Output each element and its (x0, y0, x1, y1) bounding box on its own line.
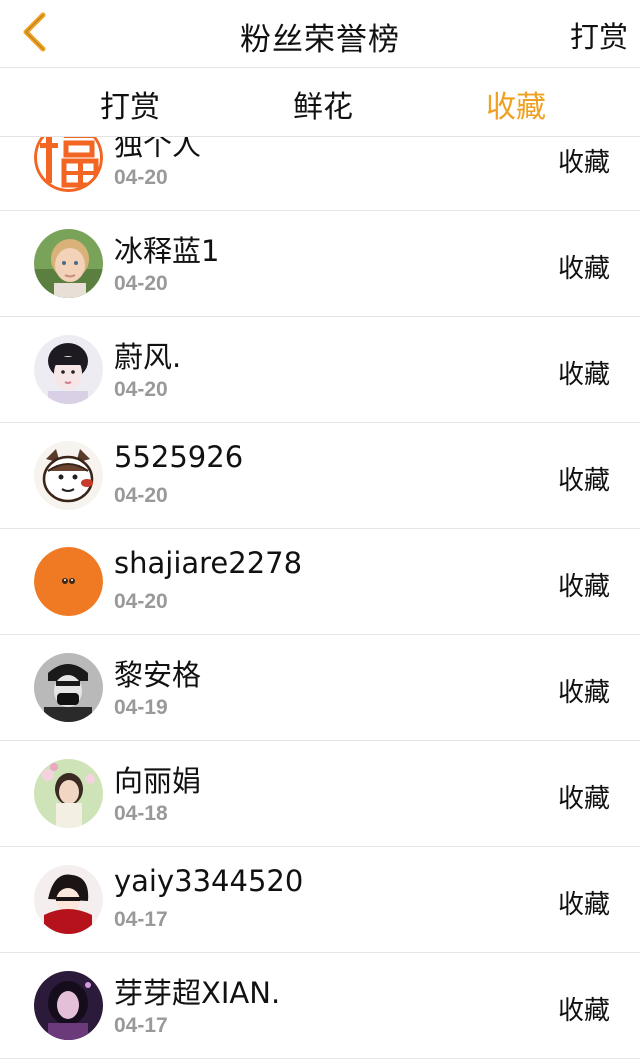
avatar (34, 441, 103, 510)
fan-date: 04-20 (114, 272, 168, 295)
avatar (34, 335, 103, 404)
fan-date: 04-20 (114, 590, 168, 613)
avatar (34, 653, 103, 722)
favorite-label: 收藏 (557, 678, 610, 708)
fan-name: 黎安格 (114, 658, 202, 692)
avatar (34, 229, 103, 298)
fan-honor-page: 粉丝荣誉榜 打赏 打赏 鲜花 收藏 独个人 04-20 收藏 冰释蓝1 04-2… (0, 0, 640, 1061)
list-item[interactable]: yaiy3344520 04-17 收藏 (0, 847, 640, 953)
fan-date: 04-17 (114, 908, 168, 931)
favorite-label: 收藏 (557, 148, 610, 178)
list-item[interactable]: shajiare2278 04-20 收藏 (0, 529, 640, 635)
fan-date: 04-20 (114, 484, 168, 507)
favorite-label: 收藏 (557, 360, 610, 390)
avatar (34, 137, 103, 192)
list-item[interactable]: 蔚风. 04-20 收藏 (0, 317, 640, 423)
fan-name: 向丽娟 (114, 764, 202, 798)
fan-date: 04-18 (114, 802, 168, 825)
fan-date: 04-20 (114, 166, 168, 189)
list-item[interactable]: 冰释蓝1 04-20 收藏 (0, 211, 640, 317)
favorite-label: 收藏 (557, 572, 610, 602)
list-item[interactable]: 黎安格 04-19 收藏 (0, 635, 640, 741)
fan-list[interactable]: 独个人 04-20 收藏 冰释蓝1 04-20 收藏 蔚风. 04-20 收藏 … (0, 137, 640, 1061)
favorite-label: 收藏 (557, 784, 610, 814)
fan-name: 5525926 (114, 440, 244, 474)
tab-favorites[interactable]: 收藏 (456, 82, 576, 126)
favorite-label: 收藏 (557, 890, 610, 920)
reward-header-button[interactable]: 打赏 (570, 14, 628, 56)
tab-reward[interactable]: 打赏 (70, 82, 190, 126)
tab-flowers[interactable]: 鲜花 (263, 82, 383, 126)
favorite-label: 收藏 (557, 254, 610, 284)
avatar (34, 865, 103, 934)
list-item[interactable]: 芽芽超XIAN. 04-17 收藏 (0, 953, 640, 1059)
favorite-label: 收藏 (557, 996, 610, 1026)
fan-name: 冰释蓝1 (114, 234, 220, 268)
fan-name: yaiy3344520 (114, 864, 304, 898)
avatar (34, 971, 103, 1040)
header-bar: 粉丝荣誉榜 打赏 (0, 0, 640, 68)
avatar (34, 547, 103, 616)
avatar (34, 759, 103, 828)
list-item[interactable]: 5525926 04-20 收藏 (0, 423, 640, 529)
fan-name: shajiare2278 (114, 546, 303, 580)
fan-date: 04-20 (114, 378, 168, 401)
list-item[interactable]: 向丽娟 04-18 收藏 (0, 741, 640, 847)
page-title: 粉丝荣誉榜 (240, 22, 400, 58)
favorite-label: 收藏 (557, 466, 610, 496)
fan-name: 蔚风. (114, 340, 182, 374)
fan-name: 芽芽超XIAN. (114, 976, 281, 1010)
fan-date: 04-19 (114, 696, 168, 719)
fan-date: 04-17 (114, 1014, 168, 1037)
fan-name: 独个人 (114, 137, 202, 162)
list-item[interactable]: 独个人 04-20 收藏 (0, 137, 640, 211)
tab-bar: 打赏 鲜花 收藏 (0, 68, 640, 137)
